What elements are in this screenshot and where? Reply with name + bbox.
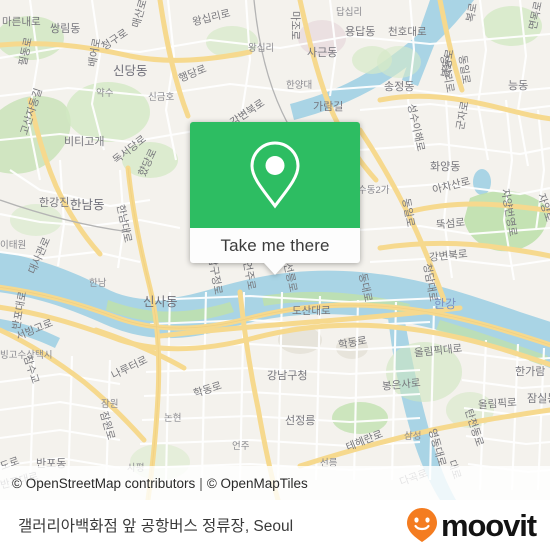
attribution-tiles[interactable]: © OpenMapTiles — [207, 476, 308, 491]
station-popup[interactable]: Take me there — [190, 122, 360, 275]
map-canvas[interactable]: 마른내로 쌍림동 매산로 왕십리로 마조로 답십리 용답동 천호대로 복로 면목로 청구로 행당로 왕십… — [0, 0, 550, 500]
attribution-osm[interactable]: © OpenStreetMap contributors — [12, 476, 195, 491]
take-me-there-label: Take me there — [220, 235, 330, 255]
card-footer: 갤러리아백화점 앞 공항버스 정류장, Seoul moovit — [0, 500, 550, 550]
moovit-pin-icon — [406, 508, 437, 542]
popup-tail — [264, 263, 286, 275]
station-title: 갤러리아백화점 앞 공항버스 정류장, Seoul — [18, 518, 294, 535]
moovit-wordmark: moovit — [440, 507, 537, 543]
map-pin-icon — [250, 141, 300, 209]
moovit-station-map-card: 마른내로 쌍림동 매산로 왕십리로 마조로 답십리 용답동 천호대로 복로 면목로 청구로 행당로 왕십… — [0, 0, 550, 550]
popup-header — [190, 122, 360, 228]
popup-footer[interactable]: Take me there — [190, 228, 360, 275]
map-attribution: © OpenStreetMap contributors | © OpenMap… — [0, 466, 550, 500]
moovit-logo[interactable]: moovit — [405, 507, 537, 543]
attribution-separator: | — [199, 475, 203, 491]
